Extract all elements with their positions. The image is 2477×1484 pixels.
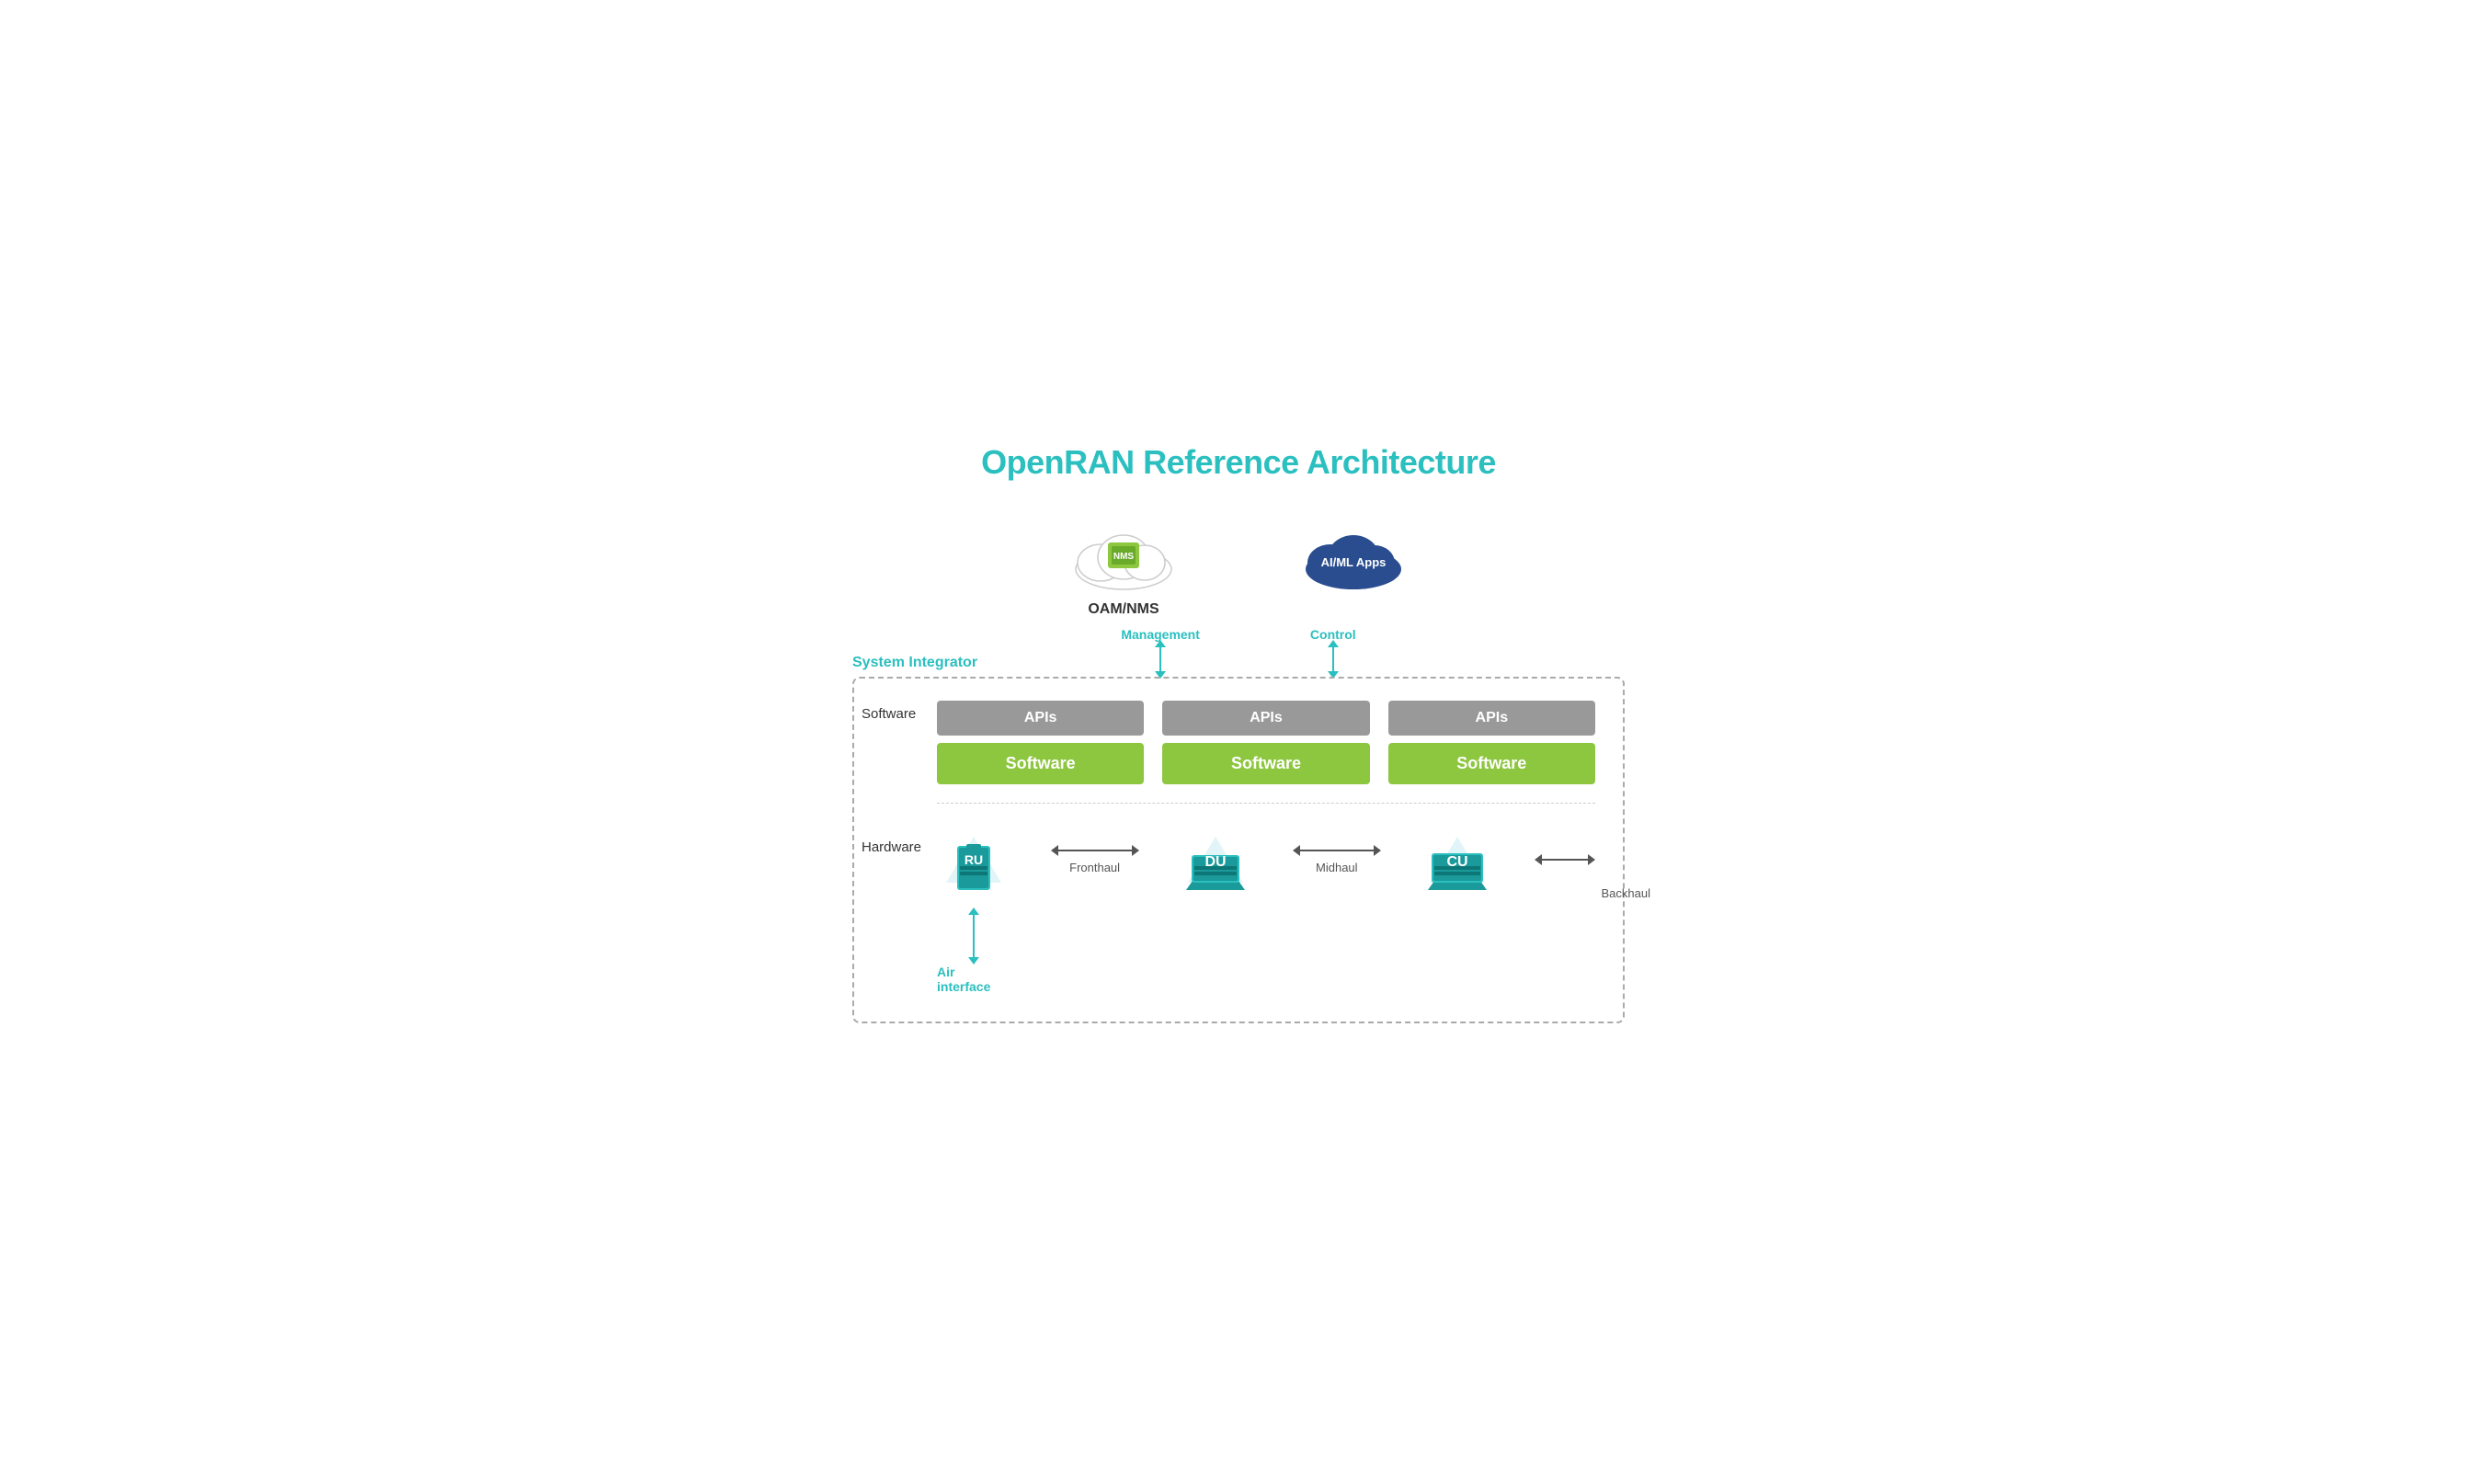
svg-text:CU: CU (1447, 854, 1468, 870)
oam-label: OAM/NMS (1088, 601, 1159, 618)
control-connector: Control (1310, 627, 1356, 673)
hardware-row: RU Fronthaul (937, 818, 1595, 901)
du-column: APIs Software (1162, 701, 1369, 784)
oam-cloud-item: NMS OAM/NMS (1064, 519, 1183, 618)
air-interface-arrow (973, 913, 975, 959)
du-api-bar: APIs (1162, 701, 1369, 736)
cu-device: CU (1421, 818, 1494, 901)
ru-device: RU (937, 818, 1010, 901)
backhaul-line (1542, 859, 1588, 861)
midhaul-left-arrow (1293, 845, 1300, 856)
software-columns: APIs Software APIs Software APIs Softwar… (937, 701, 1595, 784)
backhaul-right-arrow (1588, 854, 1595, 865)
backhaul-connector (1535, 854, 1595, 865)
page-title: OpenRAN Reference Architecture (852, 443, 1625, 482)
oam-cloud-shape: NMS (1064, 519, 1183, 592)
management-connector: Management (1121, 627, 1200, 673)
air-interface-group: Air interface (937, 909, 1010, 994)
midhaul-right-arrow (1374, 845, 1381, 856)
du-software-bar: Software (1162, 743, 1369, 784)
ru-api-bar: APIs (937, 701, 1144, 736)
cu-icon: CU (1421, 818, 1494, 901)
midhaul-arrow-line (1300, 850, 1374, 851)
backhaul-label: Backhaul (1602, 886, 1650, 900)
air-interface-label: Air interface (937, 965, 1010, 994)
cu-column: APIs Software (1388, 701, 1595, 784)
cu-api-bar: APIs (1388, 701, 1595, 736)
fronthaul-arrow-line (1058, 850, 1132, 851)
system-integrator-box: Software Hardware APIs Software APIs Sof… (852, 677, 1625, 1023)
ru-icon: RU (937, 818, 1010, 901)
aiml-cloud-item: AI/ML Apps (1294, 519, 1413, 618)
svg-text:NMS: NMS (1113, 552, 1135, 562)
top-clouds: NMS OAM/NMS AI/ML Apps (852, 519, 1625, 618)
section-divider (937, 803, 1595, 804)
system-integrator-label: System Integrator (852, 655, 977, 671)
software-row-label: Software (862, 706, 916, 722)
cu-software-bar: Software (1388, 743, 1595, 784)
midhaul-line (1293, 845, 1381, 856)
hardware-row-label: Hardware (862, 839, 921, 855)
control-arrow (1332, 645, 1334, 673)
midhaul-label: Midhaul (1316, 861, 1358, 874)
svg-text:DU: DU (1205, 854, 1227, 870)
ru-software-bar: Software (937, 743, 1144, 784)
aiml-cloud-shape: AI/ML Apps (1294, 519, 1413, 592)
fronthaul-line (1051, 845, 1139, 856)
du-icon: DU (1179, 818, 1252, 901)
midhaul-connector: Midhaul (1293, 845, 1381, 874)
du-device: DU (1179, 818, 1252, 901)
diagram-container: OpenRAN Reference Architecture NMS O (825, 425, 1652, 1060)
svg-text:RU: RU (965, 852, 983, 867)
inner-content: APIs Software APIs Software APIs Softwar… (937, 701, 1595, 994)
svg-text:AI/ML Apps: AI/ML Apps (1321, 555, 1387, 569)
ru-column: APIs Software (937, 701, 1144, 784)
fronthaul-right-arrow (1132, 845, 1139, 856)
fronthaul-connector: Fronthaul (1051, 845, 1139, 874)
system-integrator-wrapper: System Integrator Software Hardware APIs… (852, 677, 1625, 1023)
management-arrow (1159, 645, 1161, 673)
backhaul-left-arrow (1535, 854, 1542, 865)
fronthaul-label: Fronthaul (1069, 861, 1120, 874)
fronthaul-left-arrow (1051, 845, 1058, 856)
